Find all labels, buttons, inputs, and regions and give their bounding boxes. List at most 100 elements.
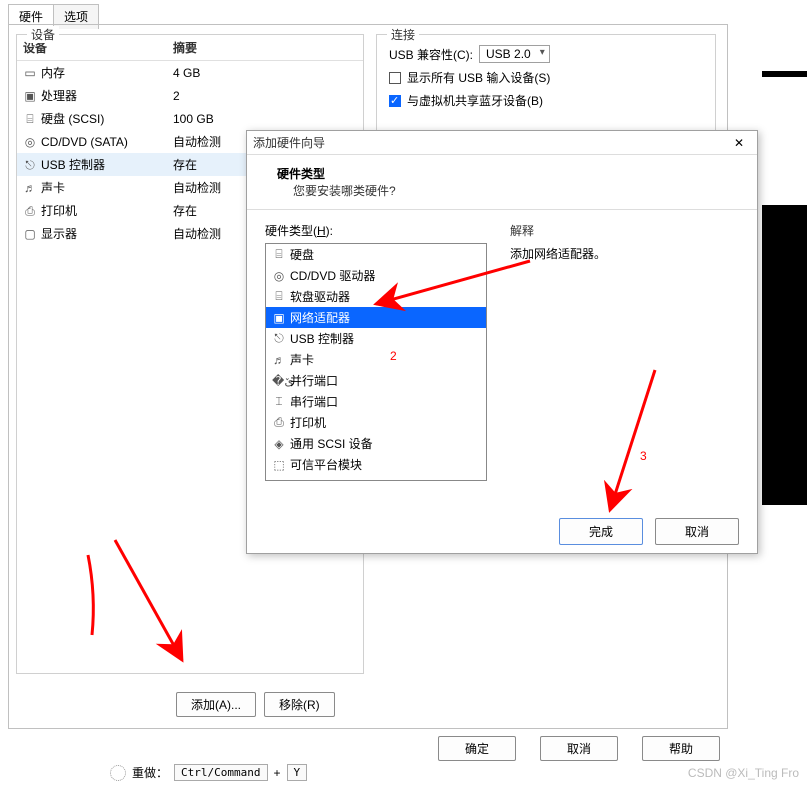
device-name: CD/DVD (SATA) [41,135,128,149]
hardware-type-label: 网络适配器 [290,309,350,326]
hw-list-label: 硬件类型(H): [265,222,500,239]
wizard-header: 硬件类型 您要安装哪类硬件? [247,155,757,210]
wizard-desc-text: 添加网络适配器。 [510,245,739,262]
device-legend: 设备 [27,26,59,43]
hardware-type-item[interactable]: ⎋ USB 控制器 [266,328,486,349]
device-summary: 4 GB [167,61,363,85]
device-icon: ⎙ [23,204,37,219]
hardware-type-label: 通用 SCSI 设备 [290,435,373,452]
redo-bar: 重做： Ctrl/Command + Y [110,764,307,781]
hardware-type-icon: ⬚ [272,458,286,472]
device-row[interactable]: ▣ 处理器 2 [17,84,363,107]
cancel-button[interactable]: 取消 [540,736,618,761]
hardware-type-label: 可信平台模块 [290,456,362,473]
hardware-type-list[interactable]: ⌸ 硬盘 ◎ CD/DVD 驱动器 ⌸ 软盘驱动器 ▣ 网络适配器 ⎋ USB 控制器 ♬ 声卡 �ێ 并… [265,243,487,481]
redo-key1: Ctrl/Command [174,764,267,781]
hardware-type-icon: ⌸ [272,247,286,262]
hardware-type-item[interactable]: ◎ CD/DVD 驱动器 [266,265,486,286]
device-icon: ⎋ [23,158,37,173]
show-all-usb-label: 显示所有 USB 输入设备(S) [407,69,550,86]
hardware-type-item[interactable]: ◈ 通用 SCSI 设备 [266,433,486,454]
hardware-type-label: 软盘驱动器 [290,288,350,305]
device-row[interactable]: ⌸ 硬盘 (SCSI) 100 GB [17,107,363,130]
hardware-type-item[interactable]: ♬ 声卡 [266,349,486,370]
redo-plus: + [274,766,281,780]
hardware-type-icon: ◎ [272,269,286,283]
device-row[interactable]: ▭ 内存 4 GB [17,61,363,85]
usb-compat-value: USB 2.0 [486,47,531,61]
preview-strip-main [762,205,807,505]
hardware-type-label: 硬盘 [290,246,314,263]
share-bluetooth-checkbox[interactable] [389,95,401,107]
share-bluetooth-label: 与虚拟机共享蓝牙设备(B) [407,92,543,109]
hardware-type-item[interactable]: ⬚ 可信平台模块 [266,454,486,475]
redo-icon [110,765,126,781]
hardware-type-item[interactable]: �ێ 并行端口 [266,370,486,391]
add-hardware-wizard-dialog: 添加硬件向导 ✕ 硬件类型 您要安装哪类硬件? 硬件类型(H): ⌸ 硬盘 ◎ CD/… [246,130,758,554]
wizard-cancel-label: 取消 [685,525,709,539]
remove-hardware-label: 移除(R) [279,698,320,712]
usb-compat-select[interactable]: USB 2.0 [479,45,550,63]
tab-options-label: 选项 [64,10,88,24]
preview-strip-top [762,71,807,77]
tab-hardware-label: 硬件 [19,10,43,24]
connection-legend: 连接 [387,26,419,43]
hardware-type-icon: ⎋ [272,331,286,346]
device-name: 硬盘 (SCSI) [41,112,104,126]
add-hardware-label: 添加(A)... [191,698,241,712]
close-icon: ✕ [734,136,744,150]
redo-label: 重做： [132,764,168,781]
device-name: 内存 [41,66,65,80]
wizard-finish-label: 完成 [589,525,613,539]
device-icon: ⌸ [23,112,37,127]
watermark: CSDN @Xi_Ting Fro [688,766,799,780]
hardware-type-icon: ▣ [272,311,286,325]
remove-hardware-button[interactable]: 移除(R) [264,692,335,717]
hardware-type-label: 声卡 [290,351,314,368]
hardware-type-item[interactable]: ⌸ 软盘驱动器 [266,286,486,307]
connection-group: 连接 USB 兼容性(C): USB 2.0 显示所有 USB 输入设备(S) … [376,34,716,134]
redo-key2: Y [287,764,308,781]
hardware-type-icon: ♬ [272,353,286,367]
summary-col-header: 摘要 [167,35,363,61]
hardware-type-label: 串行端口 [290,393,338,410]
device-summary: 2 [167,84,363,107]
device-name: 显示器 [41,227,77,241]
device-icon: ▣ [23,89,37,103]
hardware-type-icon: ⎙ [272,415,286,430]
hardware-type-item[interactable]: ⎙ 打印机 [266,412,486,433]
device-name: 声卡 [41,181,65,195]
hardware-type-icon: ◈ [272,437,286,451]
device-icon: ♬ [23,181,37,195]
usb-compat-label: USB 兼容性(C): [389,46,473,63]
hardware-type-label: 打印机 [290,414,326,431]
show-all-usb-checkbox[interactable] [389,72,401,84]
hardware-type-item[interactable]: ⌸ 硬盘 [266,244,486,265]
add-hardware-button[interactable]: 添加(A)... [176,692,256,717]
hardware-type-icon: ⌶ [272,394,286,409]
wizard-titlebar: 添加硬件向导 ✕ [247,131,757,155]
hardware-type-icon: ⌸ [272,289,286,304]
hardware-type-item[interactable]: ▣ 网络适配器 [266,307,486,328]
device-summary: 100 GB [167,107,363,130]
device-name: USB 控制器 [41,158,105,172]
device-icon: ▭ [23,66,37,80]
device-name: 处理器 [41,89,77,103]
hardware-type-label: USB 控制器 [290,330,354,347]
hardware-type-label: 并行端口 [290,372,338,389]
help-button[interactable]: 帮助 [642,736,720,761]
wizard-head-sub: 您要安装哪类硬件? [277,182,737,199]
device-icon: ◎ [23,135,37,149]
ok-button[interactable]: 确定 [438,736,516,761]
wizard-head-title: 硬件类型 [277,165,737,182]
wizard-cancel-button[interactable]: 取消 [655,518,739,545]
hardware-type-item[interactable]: ⌶ 串行端口 [266,391,486,412]
wizard-close-button[interactable]: ✕ [727,136,751,150]
wizard-desc-title: 解释 [510,222,739,239]
device-icon: ▢ [23,227,37,241]
hardware-type-label: CD/DVD 驱动器 [290,267,375,284]
wizard-title: 添加硬件向导 [253,134,727,151]
device-name: 打印机 [41,204,77,218]
wizard-finish-button[interactable]: 完成 [559,518,643,545]
hardware-type-icon: �ێ [272,374,286,388]
